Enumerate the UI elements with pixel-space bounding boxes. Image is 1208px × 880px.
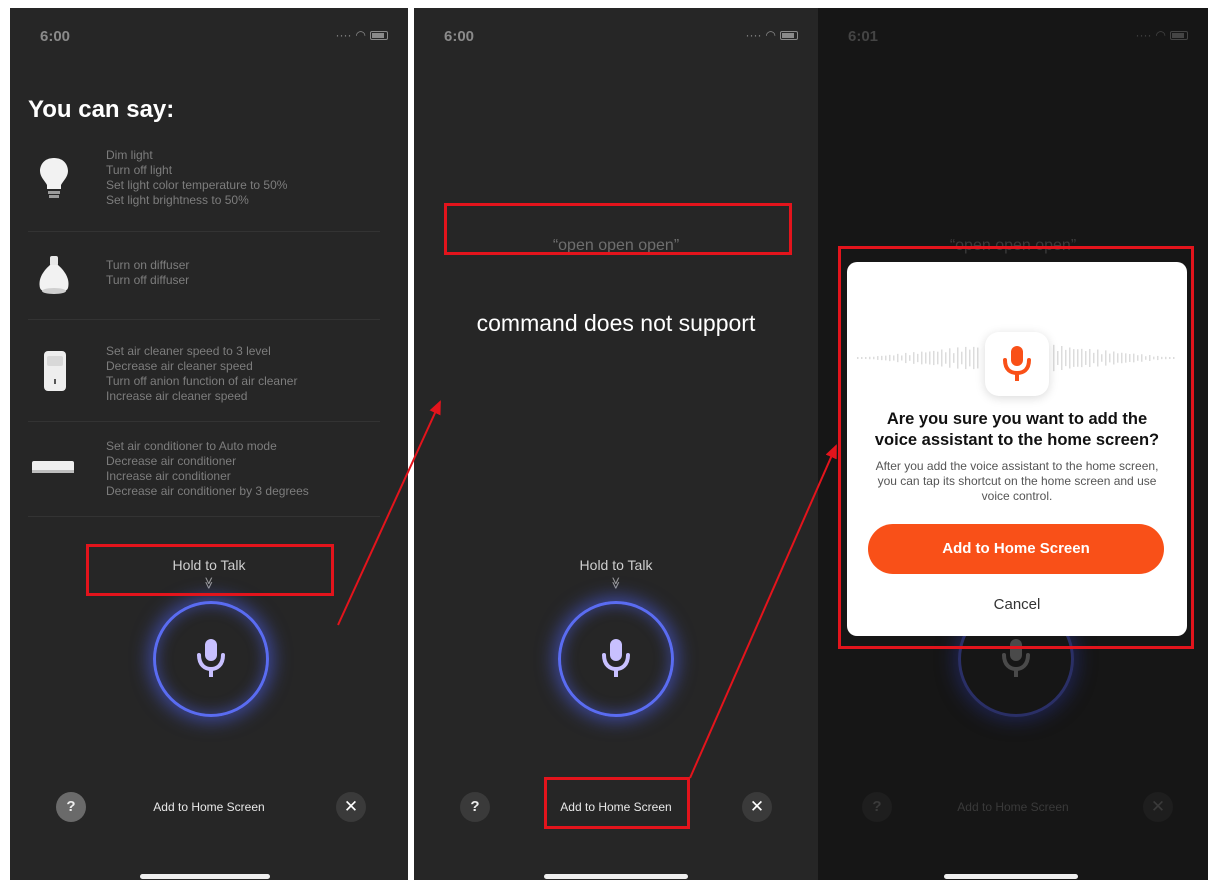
annotation-arrow [689,444,837,779]
annotation-arrows [337,400,837,779]
annotation-arrow [337,400,441,626]
